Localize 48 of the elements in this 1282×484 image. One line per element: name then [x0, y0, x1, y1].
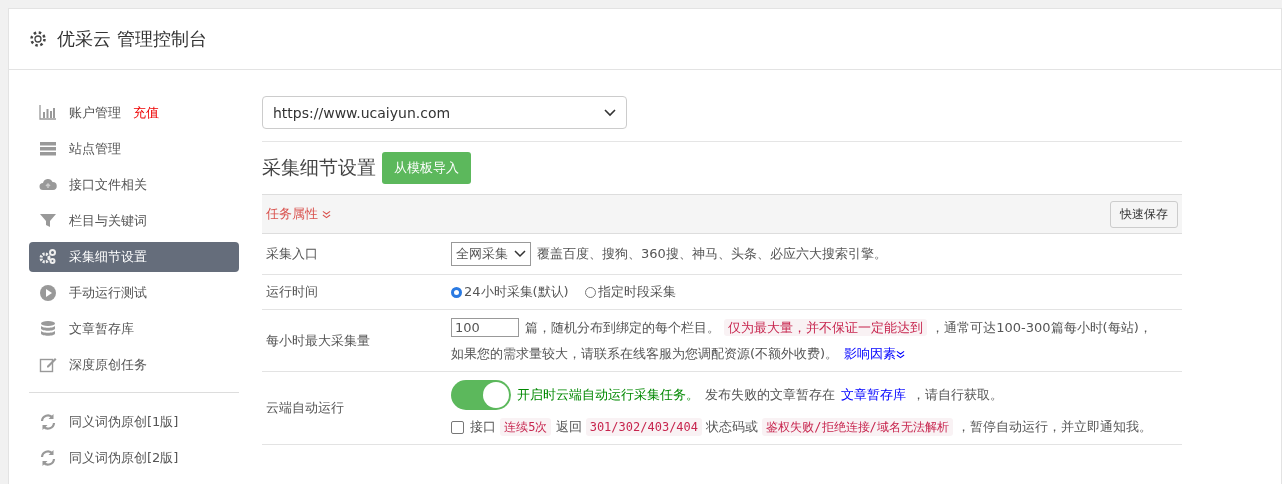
sidebar-item[interactable]: 栏目与关键词: [29, 206, 239, 236]
caret-icon: [604, 108, 616, 117]
console-title: 优采云 管理控制台: [57, 27, 207, 51]
number-input[interactable]: 100: [451, 318, 519, 337]
sidebar-item[interactable]: 同义词伪原创[2版]: [29, 443, 239, 473]
section-title: 采集细节设置: [262, 155, 376, 180]
server-icon: [39, 140, 57, 158]
notify-label: 接口 连续5次 返回 301/302/403/404 状态码或 鉴权失败/拒绝连接/域名无法解析 ，暂停自动运行，并立即通知我。: [470, 418, 1152, 436]
site-select[interactable]: https://www.ucaiyun.com: [262, 96, 627, 129]
contact-note: 如果您的需求量较大，请联系在线客服为您调配资源(不额外收费)。: [451, 345, 839, 363]
field-label: 云端自动运行: [266, 399, 344, 417]
panel-heading[interactable]: 任务属性: [266, 205, 331, 223]
double-caret-icon: [322, 209, 331, 219]
radio-option[interactable]: 指定时段采集: [584, 283, 676, 301]
factors-link[interactable]: 影响因素: [844, 345, 906, 363]
storage-note: 发布失败的文章暂存在: [705, 386, 835, 404]
database-icon: [39, 320, 57, 338]
settings-icon: [29, 30, 47, 48]
filter-icon: [39, 212, 57, 230]
storage-link[interactable]: 文章暂存库: [841, 386, 906, 404]
gears-icon: [39, 248, 57, 266]
refresh-icon: [39, 449, 57, 467]
source-select[interactable]: 全网采集: [451, 242, 531, 266]
field-label: 运行时间: [266, 283, 318, 301]
radio-option[interactable]: 24小时采集(默认): [451, 283, 569, 301]
refresh-icon: [39, 413, 57, 431]
sidebar-item[interactable]: 站点管理: [29, 134, 239, 164]
sidebar-item[interactable]: 文章暂存库: [29, 314, 239, 344]
bar-chart-icon: [39, 104, 57, 122]
field-label: 每小时最大采集量: [266, 331, 370, 350]
save-button[interactable]: 快速保存: [1110, 200, 1178, 228]
sidebar-item[interactable]: 账户管理 充值: [29, 98, 239, 128]
sidebar-item[interactable]: 采集细节设置: [29, 242, 239, 272]
notify-checkbox[interactable]: [451, 420, 464, 434]
sidebar-item[interactable]: 同义词伪原创[1版]: [29, 407, 239, 437]
sidebar-item[interactable]: 接口文件相关: [29, 170, 239, 200]
double-caret-icon: [896, 349, 906, 359]
field-label: 采集入口: [266, 245, 318, 263]
sidebar-item[interactable]: 手动运行测试: [29, 278, 239, 308]
limit-note: 篇，随机分布到绑定的每个栏目。 仅为最大量，并不保证一定能达到 ，通常可达100-300篇每小时(每站)，: [525, 318, 1152, 337]
fetch-note: ，请自行获取。: [912, 386, 1003, 404]
caret-icon: [514, 250, 526, 258]
edit-icon: [39, 356, 57, 374]
sidebar-item[interactable]: 深度原创任务: [29, 350, 239, 380]
auto-run-note: 开启时云端自动运行采集任务。: [517, 386, 699, 404]
play-icon: [39, 284, 57, 302]
toggle-switch[interactable]: [451, 380, 511, 410]
source-note: 覆盖百度、搜狗、360搜、神马、头条、必应六大搜索引擎。: [537, 245, 887, 263]
